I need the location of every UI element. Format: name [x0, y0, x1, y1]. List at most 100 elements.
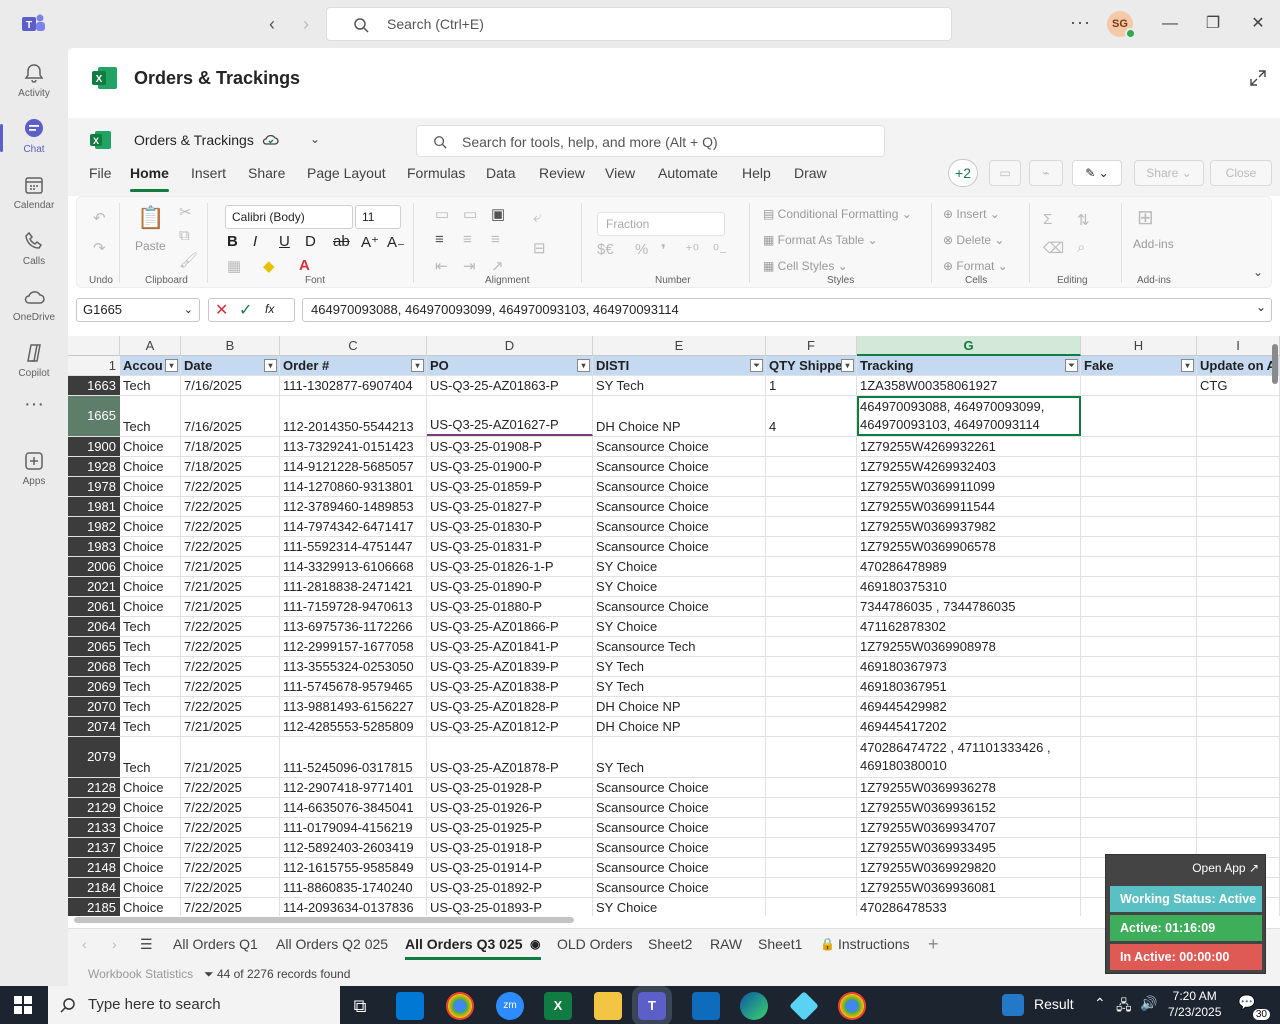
filter-dropdown-icon[interactable]: ▾: [577, 359, 590, 372]
table-cell[interactable]: [1081, 597, 1197, 616]
row-number[interactable]: 2133: [68, 818, 120, 837]
table-cell[interactable]: Scansource Choice: [593, 778, 766, 797]
taskbar-result[interactable]: Result: [1034, 996, 1074, 1012]
table-cell[interactable]: 111-5245096-0317815: [280, 737, 427, 777]
chrome-icon[interactable]: [446, 992, 474, 1020]
excel-taskbar-icon[interactable]: X: [544, 992, 572, 1020]
table-cell[interactable]: US-Q3-25-01830-P: [427, 517, 593, 536]
filter-dropdown-icon[interactable]: ▾: [841, 359, 854, 372]
table-cell[interactable]: SY Tech: [593, 376, 766, 395]
find-icon[interactable]: ⌕: [1077, 239, 1085, 256]
orientation-icon[interactable]: ↗: [491, 257, 504, 275]
tab-review[interactable]: Review: [539, 164, 585, 196]
table-cell[interactable]: 7/21/2025: [181, 557, 280, 576]
table-cell[interactable]: 470286478989: [857, 557, 1081, 576]
table-header-cell[interactable]: Order # ▾: [280, 356, 427, 375]
collapse-icon[interactable]: [1250, 70, 1266, 86]
addins-button[interactable]: Add-ins: [1133, 237, 1174, 251]
table-cell[interactable]: US-Q3-25-01890-P: [427, 577, 593, 596]
cancel-icon[interactable]: ✕: [215, 300, 228, 320]
table-cell[interactable]: Scansource Choice: [593, 878, 766, 897]
italic-icon[interactable]: I: [253, 233, 257, 250]
table-cell[interactable]: Scansource Choice: [593, 597, 766, 616]
table-cell[interactable]: [1081, 717, 1197, 736]
sheet-tab[interactable]: Sheet1: [758, 935, 802, 957]
table-cell[interactable]: 7/22/2025: [181, 637, 280, 656]
subscript-icon[interactable]: A₋: [387, 233, 405, 251]
table-cell[interactable]: US-Q3-25-AZ01863-P: [427, 376, 593, 395]
table-cell[interactable]: 1Z79255W0369936278: [857, 778, 1081, 797]
table-cell[interactable]: [766, 577, 857, 596]
table-cell[interactable]: [1081, 778, 1197, 797]
table-cell[interactable]: [1197, 557, 1280, 576]
coauthors-badge[interactable]: +2: [948, 159, 978, 187]
row-number[interactable]: 1978: [68, 477, 120, 496]
table-cell[interactable]: Tech: [120, 637, 181, 656]
align-center-icon[interactable]: ≡: [463, 231, 472, 248]
table-cell[interactable]: [1197, 617, 1280, 636]
table-cell[interactable]: 1Z79255W0369937982: [857, 517, 1081, 536]
table-cell[interactable]: 112-2014350-5544213: [280, 396, 427, 436]
decrease-decimal-icon[interactable]: ⁰₋: [713, 241, 727, 259]
row-number[interactable]: 2069: [68, 677, 120, 696]
font-color-icon[interactable]: A: [299, 257, 310, 274]
rail-item-onedrive[interactable]: OneDrive: [0, 278, 68, 334]
tab-view[interactable]: View: [605, 164, 635, 196]
borders-icon[interactable]: ▦: [227, 257, 241, 275]
table-cell[interactable]: SY Tech: [593, 737, 766, 777]
row-number[interactable]: 2148: [68, 858, 120, 877]
tray-chevron-icon[interactable]: ⌃: [1094, 995, 1106, 1012]
table-cell[interactable]: Choice: [120, 778, 181, 797]
more-options-icon[interactable]: ···: [1070, 12, 1091, 33]
table-cell[interactable]: [1197, 637, 1280, 656]
row-number[interactable]: 2021: [68, 577, 120, 596]
table-cell[interactable]: Choice: [120, 517, 181, 536]
number-format-select[interactable]: Fraction: [597, 212, 725, 236]
table-cell[interactable]: DH Choice NP: [593, 396, 766, 436]
column-header[interactable]: G: [857, 336, 1081, 356]
table-cell[interactable]: Scansource Choice: [593, 818, 766, 837]
table-cell[interactable]: Choice: [120, 557, 181, 576]
table-cell[interactable]: [1081, 737, 1197, 777]
table-cell[interactable]: 113-9881493-6156227: [280, 697, 427, 716]
table-cell[interactable]: 7/22/2025: [181, 898, 280, 916]
vertical-scrollbar[interactable]: [1272, 344, 1278, 384]
table-cell[interactable]: [766, 737, 857, 777]
table-cell[interactable]: US-Q3-25-01928-P: [427, 778, 593, 797]
outlook-icon[interactable]: [396, 992, 424, 1020]
edge-icon[interactable]: [740, 992, 768, 1020]
table-cell[interactable]: 7344786035 , 7344786035: [857, 597, 1081, 616]
column-header[interactable]: E: [593, 336, 766, 356]
close-window-icon[interactable]: ✕: [1245, 12, 1271, 36]
share-button[interactable]: Share ⌄: [1134, 160, 1204, 186]
table-cell[interactable]: [1197, 437, 1280, 456]
table-cell[interactable]: Choice: [120, 477, 181, 496]
column-header[interactable]: F: [766, 336, 857, 356]
table-cell[interactable]: 7/22/2025: [181, 517, 280, 536]
table-cell[interactable]: 7/18/2025: [181, 437, 280, 456]
table-cell[interactable]: 1Z79255W0369936152: [857, 798, 1081, 817]
increase-decimal-icon[interactable]: ⁺⁰: [685, 241, 699, 259]
table-cell[interactable]: 114-9121228-5685057: [280, 457, 427, 476]
table-cell[interactable]: 7/22/2025: [181, 537, 280, 556]
font-name-select[interactable]: Calibri (Body): [225, 205, 353, 229]
table-cell[interactable]: [1197, 818, 1280, 837]
table-cell[interactable]: [766, 617, 857, 636]
column-header[interactable]: B: [181, 336, 280, 356]
table-cell[interactable]: 111-0179094-4156219: [280, 818, 427, 837]
taskbar-search-input[interactable]: Type here to search: [48, 986, 340, 1024]
sort-filter-icon[interactable]: ⇅: [1077, 211, 1090, 229]
table-cell[interactable]: 114-7974342-6471417: [280, 517, 427, 536]
table-cell[interactable]: Choice: [120, 457, 181, 476]
table-cell[interactable]: Choice: [120, 537, 181, 556]
table-cell[interactable]: 7/22/2025: [181, 697, 280, 716]
table-cell[interactable]: [1081, 437, 1197, 456]
table-cell[interactable]: US-Q3-25-01831-P: [427, 537, 593, 556]
table-cell[interactable]: 1: [766, 376, 857, 395]
row-number[interactable]: 2129: [68, 798, 120, 817]
table-cell[interactable]: 114-6635076-3845041: [280, 798, 427, 817]
autosum-icon[interactable]: Σ: [1043, 211, 1052, 228]
workbook-statistics[interactable]: Workbook Statistics: [88, 967, 193, 981]
row-number[interactable]: 1: [68, 356, 120, 375]
select-all-corner[interactable]: [68, 336, 120, 356]
